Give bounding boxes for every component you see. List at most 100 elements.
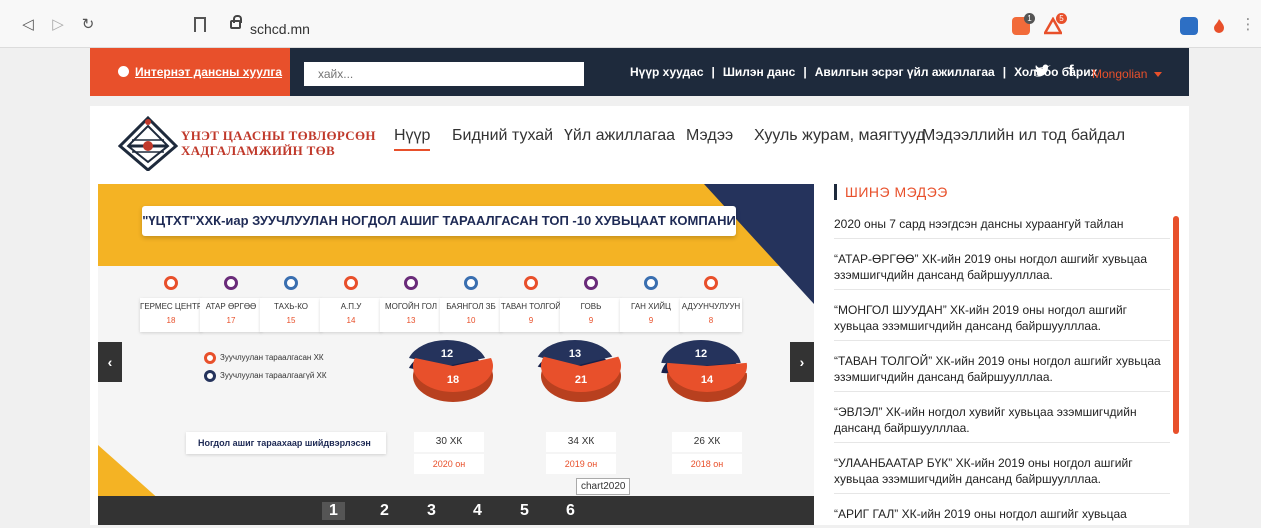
company-card: МОГОЙН ГОЛ 13 (380, 276, 442, 332)
top-nav-home[interactable]: Нүүр хуудас (630, 65, 704, 79)
news-item[interactable]: “МОНГОЛ ШУУДАН” ХК-ийн 2019 оны ногдол а… (834, 302, 1170, 341)
language-select[interactable]: Mongolian (1092, 67, 1147, 81)
pager-item[interactable]: 6 (566, 502, 575, 520)
slider-prev-button[interactable]: ‹ (98, 342, 122, 382)
company-card: АТАР ӨРГӨӨ 17 (200, 276, 262, 332)
decision-label: Ногдол ашиг тараахаар шийдвэрлэсэн (186, 432, 386, 454)
company-info: БАЯНГОЛ ЗБ 10 (440, 298, 502, 332)
pager-item[interactable]: 4 (473, 502, 482, 520)
company-dot (284, 276, 298, 290)
pager-item[interactable]: 2 (380, 502, 389, 520)
forward-icon[interactable]: ▷ (50, 17, 66, 33)
legend-item: Зуучлуулан тараалгаагүй ХК (204, 370, 327, 382)
pie-value-label: 14 (701, 374, 714, 386)
pie-value-label: 12 (695, 348, 707, 360)
top-nav-anticorruption[interactable]: Авилгын эсрэг үйл ажиллагаа (815, 65, 995, 79)
separator: | (803, 65, 807, 79)
reload-icon[interactable]: ↻ (80, 17, 96, 33)
main-nav-laws[interactable]: Хууль журам, маягтууд (754, 127, 925, 145)
url-text[interactable]: schcd.mn (250, 21, 310, 37)
image-slider: "ҮЦТХТ"ХХК-иар ЗУУЧЛУУЛАН НОГДОЛ АШИГ ТА… (98, 184, 814, 525)
pager-item[interactable]: 3 (427, 502, 436, 520)
legend-item: Зуучлуулан тараалгасан ХК (204, 352, 324, 364)
back-icon[interactable]: ◁ (20, 17, 36, 33)
company-dot (524, 276, 538, 290)
company-dot (164, 276, 178, 290)
separator: | (711, 65, 715, 79)
bookmark-icon[interactable] (194, 17, 206, 32)
slider-pager: 1 2 3 4 5 6 (98, 496, 814, 525)
main-nav-about[interactable]: Бидний тухай (452, 127, 553, 145)
company-card: ГОВЬ 9 (560, 276, 622, 332)
year-label: 2019 он (546, 454, 616, 474)
menu-kebab-icon[interactable]: ⋮ (1240, 17, 1256, 33)
fire-extension-icon[interactable] (1210, 17, 1228, 35)
online-account-button[interactable]: Интернэт дансны хуулга (90, 48, 290, 96)
company-info: АДУУНЧУЛУУН 8 (680, 298, 742, 332)
search-input[interactable] (304, 62, 584, 86)
pager-item[interactable]: 5 (520, 502, 529, 520)
year-total: 34 ХК (546, 432, 616, 452)
pager-item[interactable]: 1 (322, 502, 345, 520)
pie-chart-2020: 1812 (408, 340, 493, 402)
slider-next-button[interactable]: › (790, 342, 814, 382)
news-item[interactable]: “ТАВАН ТОЛГОЙ” ХК-ийн 2019 оны ногдол аш… (834, 353, 1170, 392)
twitter-bird-icon (1035, 64, 1051, 77)
company-card: ТАВАН ТОЛГОЙ 9 (500, 276, 562, 332)
company-info: ТАХЬ-КО 15 (260, 298, 322, 332)
site-logo-icon[interactable] (118, 116, 178, 171)
twitter-icon[interactable] (1034, 63, 1052, 81)
company-dot (404, 276, 418, 290)
company-name: АДУУНЧУЛУУН (681, 302, 741, 311)
year-label: 2018 он (672, 454, 742, 474)
brave-rewards-icon[interactable]: 5 (1042, 13, 1067, 35)
company-count: 9 (528, 316, 534, 325)
company-dot (224, 276, 238, 290)
year-col-2018: 26 ХК 2018 он (672, 432, 742, 474)
news-item[interactable]: “ЭВЛЭЛ” ХК-ийн ногдол хувийг хувьцаа эзэ… (834, 404, 1170, 443)
legend-navy-dot (204, 370, 216, 382)
main-nav-transparency[interactable]: Мэдээллийн ил тод байдал (922, 127, 1125, 145)
browser-toolbar: ◁ ▷ ↻ schcd.mn 1 5 ⋮ (0, 0, 1261, 48)
rewards-badge: 5 (1056, 13, 1067, 24)
main-nav-operations[interactable]: Үйл ажиллагаа (564, 127, 675, 145)
globe-icon (118, 66, 129, 77)
online-account-link[interactable]: Интернэт дансны хуулга (135, 65, 282, 79)
news-scrollbar[interactable] (1173, 216, 1179, 434)
news-item[interactable]: 2020 оны 7 сард нээгдсэн дансны хураангу… (834, 216, 1170, 239)
company-info: ГОВЬ 9 (560, 298, 622, 332)
top-nav: Нүүр хуудас | Шилэн данс | Авилгын эсрэг үйл… (630, 65, 1097, 79)
company-count: 8 (708, 316, 714, 325)
company-count: 13 (406, 316, 416, 325)
legend-orange-dot (204, 352, 216, 364)
news-item[interactable]: “АТАР-ӨРГӨӨ” ХК-ийн 2019 оны ногдол ашги… (834, 251, 1170, 290)
company-count: 15 (286, 316, 296, 325)
company-dot (584, 276, 598, 290)
site-logo-text[interactable]: ҮНЭТ ЦААСНЫ ТӨВЛӨРСӨН ХАДГАЛАМЖИЙН ТӨВ (181, 128, 376, 158)
company-info: А.П.У 14 (320, 298, 382, 332)
company-name: ТАВАН ТОЛГОЙ (500, 302, 562, 311)
facebook-icon[interactable]: f (1062, 63, 1080, 81)
brave-shield-icon[interactable]: 1 (1012, 13, 1035, 35)
news-item[interactable]: “УЛААНБААТАР БҮК” ХК-ийн 2019 оны ногдол… (834, 455, 1170, 494)
pie-chart-2019: 21 13 (537, 340, 621, 402)
pie-value-label: 21 (575, 374, 587, 386)
legend-label: Зуучлуулан тараалгаагүй ХК (220, 371, 327, 381)
company-name: ГАН ХИЙЦ (631, 302, 671, 311)
legend-label: Зуучлуулан тараалгасан ХК (220, 353, 324, 363)
company-info: ГЕРМЕС ЦЕНТР 18 (140, 298, 202, 332)
separator: | (1002, 65, 1007, 79)
top-nav-contact[interactable]: Холбоо барих (1014, 65, 1097, 79)
main-nav-news[interactable]: Мэдээ (686, 127, 733, 145)
chevron-down-icon[interactable] (1154, 72, 1162, 77)
company-name: БАЯНГОЛ ЗБ (446, 302, 496, 311)
top-nav-transparency[interactable]: Шилэн данс (723, 65, 795, 79)
year-col-2020: 30 ХК 2020 он (414, 432, 484, 474)
company-count: 10 (466, 316, 476, 325)
extension-p-icon[interactable] (1180, 17, 1198, 35)
company-name: АТАР ӨРГӨӨ (205, 302, 257, 311)
pie-value-label: 12 (441, 348, 453, 360)
company-card: БАЯНГОЛ ЗБ 10 (440, 276, 502, 332)
main-nav-home[interactable]: Нүүр (394, 127, 431, 151)
company-card: ГАН ХИЙЦ 9 (620, 276, 682, 332)
